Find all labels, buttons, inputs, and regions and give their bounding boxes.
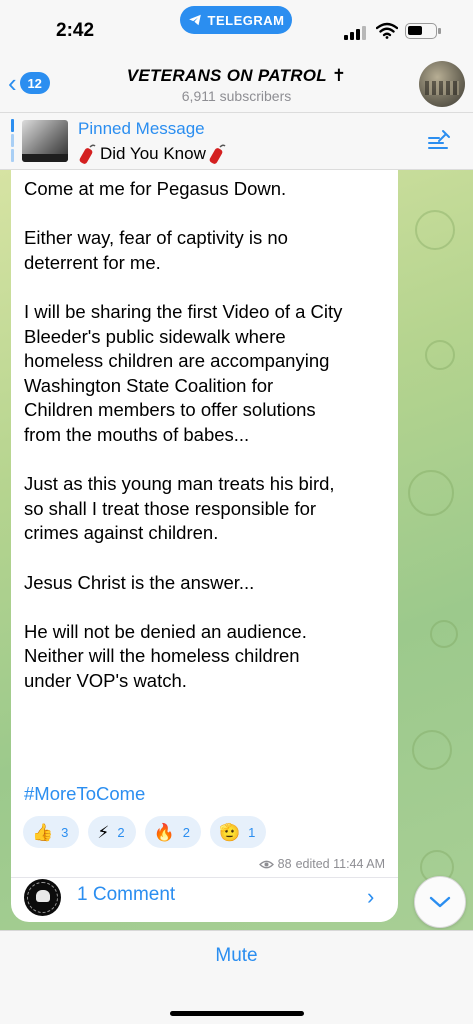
comment-divider [11, 877, 398, 878]
edited-timestamp: edited 11:44 AM [295, 857, 385, 871]
chat-header: ‹ 12 VETERANS ON PATROL ✝ 6,911 subscrib… [0, 58, 473, 112]
subscriber-count: 6,911 subscribers [181, 88, 292, 104]
view-count: 88 [277, 857, 292, 871]
message-meta: 88 edited 11:44 AM [258, 857, 385, 871]
reaction-count: 2 [117, 824, 125, 840]
fire-icon: 🔥 [153, 822, 175, 842]
reaction-fire[interactable]: 🔥 2 [144, 816, 201, 848]
pinned-thumbnail [22, 120, 68, 162]
pinned-list-icon[interactable] [426, 129, 452, 153]
firecracker-icon [209, 144, 226, 164]
reaction-count: 3 [61, 824, 69, 840]
telegram-pill-label: TELEGRAM [207, 12, 285, 28]
chevron-right-icon[interactable]: › [367, 884, 374, 910]
pinned-position-indicator [11, 119, 14, 163]
reaction-salute[interactable]: 🫡 1 [209, 816, 267, 848]
status-time: 2:42 [56, 20, 95, 41]
pinned-text-row: Did You Know [78, 143, 228, 165]
hashtag-link[interactable]: #MoreToCome [24, 783, 145, 805]
status-bar: 2:42 TELEGRAM [0, 0, 473, 58]
reactions-row: 👍 3 ⚡ 2 🔥 2 🫡 1 [23, 816, 267, 848]
scroll-to-bottom-button[interactable] [414, 876, 466, 928]
channel-avatar[interactable] [419, 61, 465, 107]
firecracker-icon [79, 144, 96, 164]
message-text: Come at me for Pegasus Down. Either way,… [24, 178, 343, 691]
wifi-icon [376, 22, 398, 39]
thumbs-up-icon: 👍 [32, 822, 54, 842]
telegram-return-pill[interactable]: TELEGRAM [180, 6, 292, 34]
pinned-message-bar[interactable]: Pinned Message Did You Know [0, 112, 473, 170]
reaction-count: 1 [248, 824, 256, 840]
salute-icon: 🫡 [218, 822, 241, 842]
message-bubble[interactable]: Come at me for Pegasus Down. Either way,… [11, 170, 398, 922]
channel-title[interactable]: VETERANS ON PATROL ✝ [0, 66, 473, 86]
telegram-plane-icon [188, 14, 201, 26]
commenter-avatar [24, 879, 61, 916]
comments-link[interactable]: 1 Comment [77, 884, 175, 906]
battery-icon [405, 23, 441, 39]
reaction-thumbs-up[interactable]: 👍 3 [23, 816, 80, 848]
mute-button[interactable]: Mute [0, 945, 473, 967]
chevron-down-icon [429, 896, 451, 908]
pinned-text: Did You Know [100, 144, 206, 163]
bottom-bar: Mute [0, 930, 473, 1024]
cellular-signal-icon [344, 24, 368, 40]
reaction-count: 2 [182, 824, 190, 840]
eye-icon [258, 860, 274, 868]
home-indicator [170, 1011, 304, 1016]
reaction-lightning[interactable]: ⚡ 2 [88, 816, 136, 848]
lightning-icon: ⚡ [97, 822, 110, 842]
pinned-label: Pinned Message [78, 119, 205, 138]
